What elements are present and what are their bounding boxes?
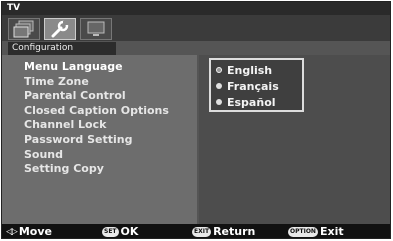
menu-item-parental-control[interactable]: Parental Control [24,89,169,104]
language-label: Español [227,95,276,109]
section-title: Configuration [8,42,116,55]
footer-return-label: Return [213,225,256,238]
tab-picture[interactable] [8,18,40,40]
footer-exit-label: Exit [319,225,344,238]
exit-key-icon: EXIT [192,227,212,237]
footer-ok-label: OK [120,225,139,238]
language-option-espanol[interactable]: Español [211,94,302,110]
footer-key-guide: ◁▷ Move SET OK EXIT Return OPTION Exit [2,224,390,238]
category-tab-bar [2,15,390,41]
option-key-icon: OPTION [288,227,318,237]
language-label: English [227,63,273,77]
language-selector: English Français Español [209,58,304,112]
tab-display[interactable] [80,18,112,40]
monitor-icon [87,21,105,36]
settings-menu: Menu Language Time Zone Parental Control… [24,60,169,177]
language-option-english[interactable]: English [211,62,302,78]
radio-selected-icon [216,67,222,73]
set-key-icon: SET [102,227,119,237]
footer-move[interactable]: ◁▷ Move [6,226,52,238]
tab-configuration[interactable] [44,18,76,40]
tv-menu-screen: TV Configuration Menu Language Time Zone… [1,1,391,239]
window-title: TV [2,2,390,15]
radio-icon [216,99,222,105]
language-label: Français [227,79,279,93]
footer-move-label: Move [18,225,52,238]
wrench-icon [51,20,69,38]
footer-return[interactable]: EXIT Return [192,226,255,238]
footer-ok[interactable]: SET OK [102,226,138,238]
screen-stack-icon [13,20,34,38]
menu-item-menu-language[interactable]: Menu Language [24,60,169,75]
menu-item-setting-copy[interactable]: Setting Copy [24,162,169,177]
options-pane: English Français Español [199,55,390,224]
arrows-icon: ◁▷ [6,227,18,237]
footer-exit[interactable]: OPTION Exit [288,226,344,238]
menu-item-closed-caption-options[interactable]: Closed Caption Options [24,104,169,119]
menu-item-time-zone[interactable]: Time Zone [24,75,169,90]
menu-item-channel-lock[interactable]: Channel Lock [24,118,169,133]
menu-item-sound[interactable]: Sound [24,148,169,163]
language-option-francais[interactable]: Français [211,78,302,94]
radio-icon [216,83,222,89]
settings-menu-pane: Menu Language Time Zone Parental Control… [2,55,197,224]
menu-item-password-setting[interactable]: Password Setting [24,133,169,148]
